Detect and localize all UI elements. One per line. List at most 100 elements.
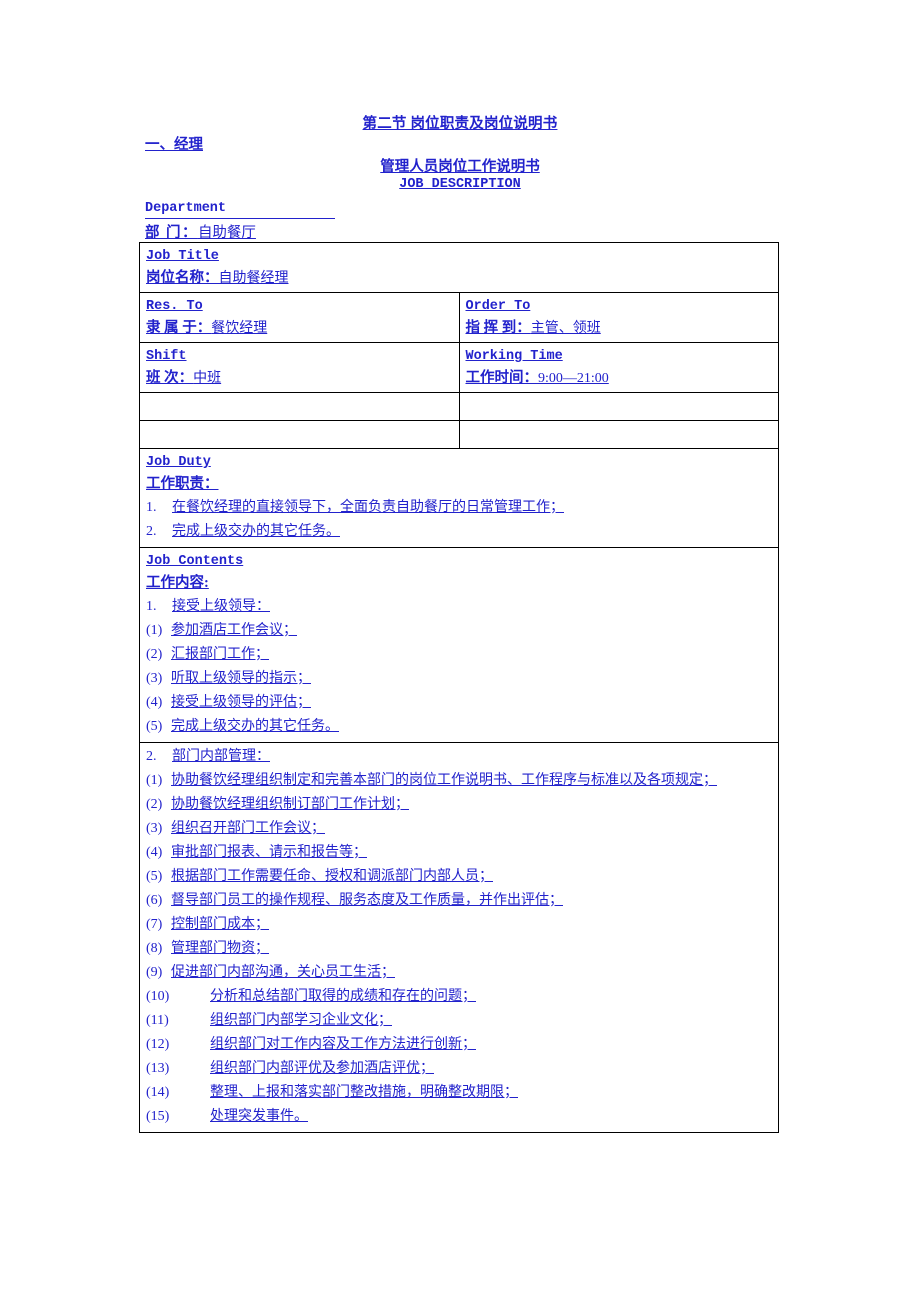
list-item-text: 接受上级领导的评估； — [171, 695, 311, 710]
table-row-empty-1 — [139, 392, 779, 421]
cell-empty-1-left — [139, 392, 460, 421]
group1-num: 1. — [146, 599, 157, 614]
list-item-num: (5) — [146, 719, 163, 734]
list-item-text: 协助餐饮经理组织制定和完善本部门的岗位工作说明书、工作程序与标准以及各项规定； — [171, 773, 717, 788]
job-duty-label-cn-line: 工作职责： — [146, 473, 774, 496]
order-to-label-cn: 指 挥 到： — [465, 320, 531, 336]
list-item: (1) 参加酒店工作会议； — [146, 619, 774, 643]
res-to-label-cn: 隶 属 于： — [146, 320, 212, 336]
list-item-text: 组织召开部门工作会议； — [171, 821, 325, 836]
cell-job-contents-group1: Job Contents 工作内容: 1. 接受上级领导： (1) 参加酒店工作会议… — [139, 547, 779, 743]
list-item-text: 完成上级交办的其它任务。 — [171, 719, 339, 734]
list-item-text: 审批部门报表、请示和报告等； — [171, 845, 367, 860]
working-time-value: 9:00—21:00 — [538, 371, 609, 386]
list-item: (15) 处理突发事件。 — [146, 1105, 774, 1129]
subtitle-english-text: JOB DESCRIPTION — [399, 177, 521, 192]
list-item-text: 促进部门内部沟通，关心员工生活； — [171, 965, 395, 980]
list-item-num: (1) — [146, 773, 163, 788]
job-contents-group-heading: 1. 接受上级领导： — [146, 595, 774, 619]
list-item-num: (11) — [146, 1013, 169, 1028]
list-item-text: 处理突发事件。 — [210, 1109, 308, 1124]
section-heading: 一、经理 — [145, 137, 203, 153]
list-item-num: (10) — [146, 989, 170, 1004]
job-contents-label-cn: 工作内容: — [146, 575, 209, 591]
list-item-text: 管理部门物资； — [171, 941, 269, 956]
list-item: (14) 整理、上报和落实部门整改措施，明确整改期限； — [146, 1081, 774, 1105]
list-item: (13) 组织部门内部评优及参加酒店评优； — [146, 1057, 774, 1081]
list-item: (2) 汇报部门工作； — [146, 643, 774, 667]
list-item: (2) 协助餐饮经理组织制订部门工作计划； — [146, 793, 774, 817]
list-item-text: 组织部门内部学习企业文化； — [210, 1013, 392, 1028]
job-duty-item-text: 在餐饮经理的直接领导下，全面负责自助餐厅的日常管理工作； — [172, 500, 564, 515]
list-item-num: (1) — [146, 623, 163, 638]
list-item-num: (13) — [146, 1061, 170, 1076]
job-duty-label-line: Job Duty — [146, 451, 774, 473]
shift-label-en: Shift — [146, 349, 187, 364]
list-item: (9) 促进部门内部沟通，关心员工生活； — [146, 961, 774, 985]
list-item-text: 督导部门员工的操作规程、服务态度及工作质量，并作出评估； — [171, 893, 563, 908]
list-item-text: 协助餐饮经理组织制订部门工作计划； — [171, 797, 409, 812]
list-item: (6) 督导部门员工的操作规程、服务态度及工作质量，并作出评估； — [146, 889, 774, 913]
res-to-value-line: 隶 属 于：餐饮经理 — [146, 318, 455, 339]
group2-text: 部门内部管理： — [172, 749, 270, 764]
order-to-label-en: Order To — [465, 299, 531, 314]
job-title-value: 自助餐经理 — [218, 271, 289, 286]
list-item-num: (2) — [146, 647, 163, 662]
cell-job-contents-group2: 2. 部门内部管理： (1) 协助餐饮经理组织制定和完善本部门的岗位工作说明书、工作… — [139, 742, 779, 1133]
job-description-table: Job Title 岗位名称：自助餐经理 Res. To 隶 属 于：餐饮经理 — [139, 242, 779, 1133]
job-contents-label-cn-line: 工作内容: — [146, 572, 774, 595]
order-to-value-line: 指 挥 到：主管、领班 — [466, 318, 775, 339]
table-row-job-contents-group2: 2. 部门内部管理： (1) 协助餐饮经理组织制定和完善本部门的岗位工作说明书、工作… — [139, 742, 779, 1133]
list-item-text: 分析和总结部门取得的成绩和存在的问题； — [210, 989, 476, 1004]
list-item-num: (12) — [146, 1037, 170, 1052]
cell-empty-1-right — [458, 392, 779, 421]
list-item-text: 参加酒店工作会议； — [171, 623, 297, 638]
table-row-job-title: Job Title 岗位名称：自助餐经理 — [139, 242, 779, 293]
list-item: (3) 组织召开部门工作会议； — [146, 817, 774, 841]
list-item-text: 控制部门成本； — [171, 917, 269, 932]
list-item-num: (3) — [146, 671, 163, 686]
department-label-cn: 部 门： — [145, 225, 198, 241]
table-row-shift: Shift 班 次：中班 Working Time 工作时间：9:00—21:0… — [139, 342, 779, 393]
list-item-text: 根据部门工作需要任命、授权和调派部门内部人员； — [171, 869, 493, 884]
list-item: (3) 听取上级领导的指示； — [146, 667, 774, 691]
department-line-cn: 部 门：自助餐厅 — [145, 223, 335, 243]
cell-order-to: Order To 指 挥 到：主管、领班 — [458, 292, 779, 343]
list-item: (4) 审批部门报表、请示和报告等； — [146, 841, 774, 865]
list-item-num: (6) — [146, 893, 163, 908]
shift-label-cn: 班 次： — [146, 370, 194, 386]
order-to-label-line: Order To — [466, 295, 775, 317]
list-item: (10) 分析和总结部门取得的成绩和存在的问题； — [146, 985, 774, 1009]
job-duty-item-num: 1. — [146, 500, 157, 515]
list-item-num: (15) — [146, 1109, 170, 1124]
list-item-text: 听取上级领导的指示； — [171, 671, 311, 686]
cell-shift: Shift 班 次：中班 — [139, 342, 460, 393]
job-duty-item-text: 完成上级交办的其它任务。 — [172, 524, 340, 539]
group1-text: 接受上级领导： — [172, 599, 270, 614]
job-duty-item: 2. 完成上级交办的其它任务。 — [146, 520, 774, 544]
list-item-text: 组织部门对工作内容及工作方法进行创新； — [210, 1037, 476, 1052]
list-item-num: (9) — [146, 965, 163, 980]
shift-value-line: 班 次：中班 — [146, 368, 455, 389]
subtitle-chinese: 管理人员岗位工作说明书 — [0, 155, 920, 176]
department-label-en: Department — [145, 199, 335, 219]
res-to-label-en: Res. To — [146, 299, 203, 314]
list-item-text: 汇报部门工作； — [171, 647, 269, 662]
list-item: (5) 完成上级交办的其它任务。 — [146, 715, 774, 739]
job-title-value-line: 岗位名称：自助餐经理 — [146, 268, 774, 289]
table-row-reporting: Res. To 隶 属 于：餐饮经理 Order To 指 挥 到：主管、领班 — [139, 292, 779, 343]
cell-job-title: Job Title 岗位名称：自助餐经理 — [139, 242, 779, 293]
job-duty-item-num: 2. — [146, 524, 157, 539]
cell-empty-2-right — [458, 420, 779, 449]
page-title-text: 第二节 岗位职责及岗位说明书 — [362, 116, 558, 132]
cell-empty-2-left — [139, 420, 460, 449]
list-item-text: 整理、上报和落实部门整改措施，明确整改期限； — [210, 1085, 518, 1100]
res-to-label-line: Res. To — [146, 295, 455, 317]
list-item-num: (3) — [146, 821, 163, 836]
subtitle-english: JOB DESCRIPTION — [0, 177, 920, 192]
job-title-label-line: Job Title — [146, 245, 774, 267]
job-contents-label-en: Job Contents — [146, 554, 244, 569]
order-to-value: 主管、领班 — [530, 321, 601, 336]
list-item: (11) 组织部门内部学习企业文化； — [146, 1009, 774, 1033]
res-to-value: 餐饮经理 — [211, 321, 268, 336]
